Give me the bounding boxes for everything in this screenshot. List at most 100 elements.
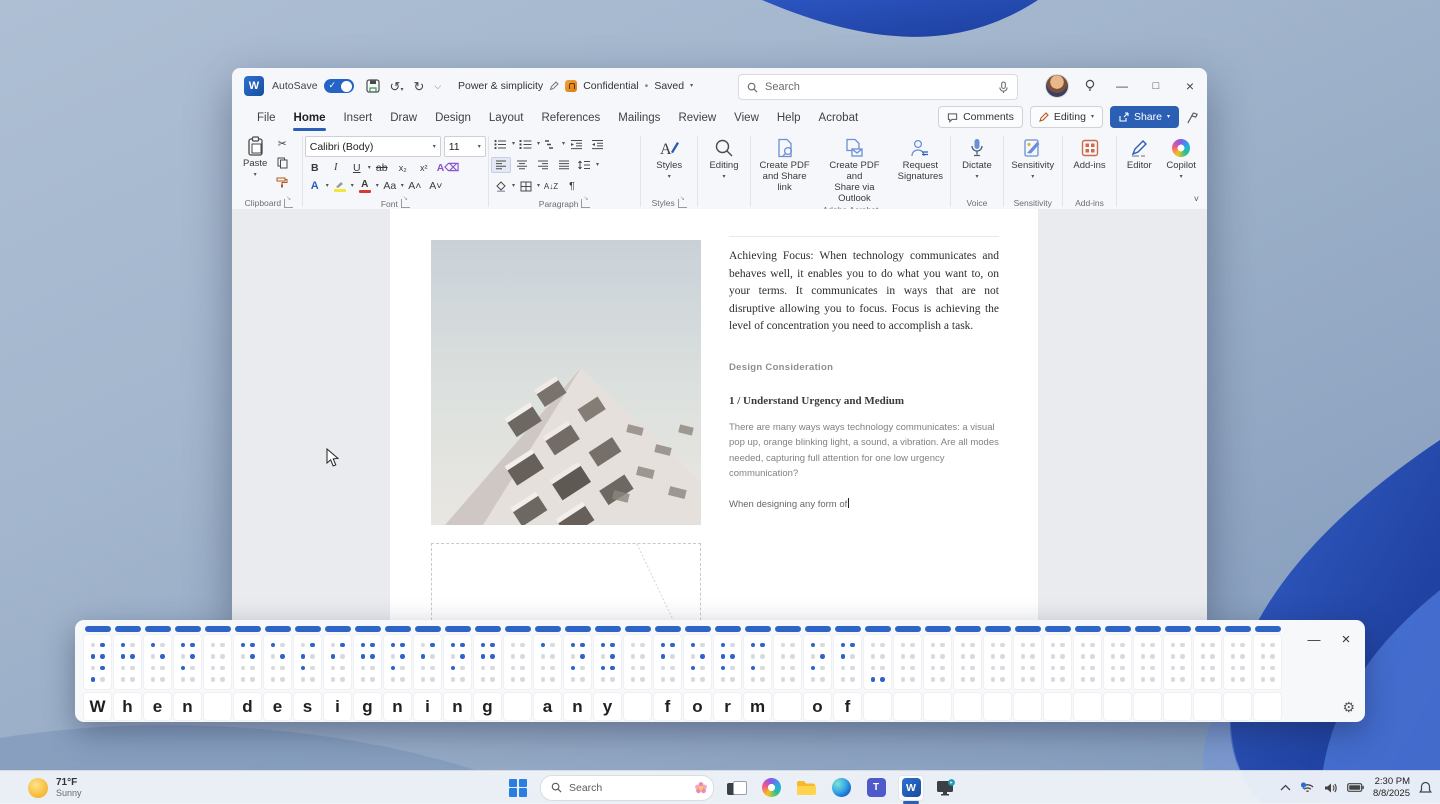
paste-button[interactable]: Paste▾ <box>238 133 272 178</box>
save-icon[interactable] <box>366 79 380 93</box>
tray-chevron-up-icon[interactable] <box>1280 784 1291 791</box>
create-pdf-outlook-button[interactable]: Create PDF andShare via Outlook <box>816 133 892 205</box>
grow-font-button[interactable]: A˄ <box>405 178 425 194</box>
text-effects-button[interactable]: A <box>305 178 325 194</box>
underline-chevron[interactable]: ▾ <box>368 165 371 171</box>
cursor-routing-button[interactable] <box>895 626 921 632</box>
cursor-routing-button[interactable] <box>115 626 141 632</box>
tab-file[interactable]: File <box>248 104 285 131</box>
braille-close-button[interactable]: × <box>1335 628 1357 650</box>
cursor-routing-button[interactable] <box>235 626 261 632</box>
cursor-routing-button[interactable] <box>535 626 561 632</box>
styles-button[interactable]: A Styles▾ <box>651 133 687 180</box>
tab-layout[interactable]: Layout <box>480 104 533 131</box>
cursor-routing-button[interactable] <box>415 626 441 632</box>
tab-view[interactable]: View <box>725 104 768 131</box>
cursor-routing-button[interactable] <box>85 626 111 632</box>
maximize-button[interactable]: □ <box>1139 68 1173 104</box>
heading-understand-urgency[interactable]: 1 / Understand Urgency and Medium <box>729 395 999 407</box>
tab-mailings[interactable]: Mailings <box>609 104 669 131</box>
increase-indent-button[interactable] <box>587 136 607 152</box>
change-case-button[interactable]: Aa <box>380 178 400 194</box>
cursor-routing-button[interactable] <box>925 626 951 632</box>
line-spacing-button[interactable] <box>575 157 595 173</box>
copilot-taskbar-button[interactable] <box>758 775 784 801</box>
cursor-routing-button[interactable] <box>985 626 1011 632</box>
font-name-combo[interactable]: Calibri (Body)▾ <box>305 136 441 157</box>
underline-button[interactable]: U <box>347 160 367 176</box>
presenter-flag-icon[interactable] <box>1186 111 1199 124</box>
lightbulb-icon[interactable] <box>1075 79 1105 93</box>
cursor-routing-button[interactable] <box>1225 626 1251 632</box>
bold-button[interactable]: B <box>305 160 325 176</box>
format-painter-button[interactable] <box>272 174 292 190</box>
cursor-routing-button[interactable] <box>1105 626 1131 632</box>
drawing-placeholder-box[interactable] <box>431 543 701 620</box>
cursor-routing-button[interactable] <box>565 626 591 632</box>
tab-review[interactable]: Review <box>669 104 725 131</box>
cursor-routing-button[interactable] <box>385 626 411 632</box>
autosave-control[interactable]: AutoSave ✓ <box>272 79 354 93</box>
taskbar-weather-widget[interactable]: 71°F Sunny <box>28 777 82 799</box>
cursor-routing-button[interactable] <box>1165 626 1191 632</box>
undo-button[interactable]: ↺▾ <box>390 80 404 93</box>
cursor-routing-button[interactable] <box>715 626 741 632</box>
cursor-routing-button[interactable] <box>475 626 501 632</box>
sort-button[interactable]: A↓Z <box>541 178 561 194</box>
shading-button[interactable] <box>491 178 511 194</box>
editing-mode-button[interactable]: Editing▾ <box>1030 106 1103 128</box>
font-color-button[interactable]: A <box>355 178 375 194</box>
paragraph-achieving-focus[interactable]: Achieving Focus: When technology communi… <box>729 236 999 336</box>
cursor-routing-button[interactable] <box>325 626 351 632</box>
strikethrough-button[interactable]: ab <box>372 160 392 176</box>
redo-button[interactable]: ↻ <box>413 80 424 93</box>
font-dialog-launcher[interactable] <box>401 199 410 208</box>
sensitivity-label[interactable]: Confidential <box>583 80 638 92</box>
cursor-routing-button[interactable] <box>445 626 471 632</box>
tab-draw[interactable]: Draw <box>381 104 426 131</box>
cursor-routing-button[interactable] <box>145 626 171 632</box>
cursor-routing-button[interactable] <box>1075 626 1101 632</box>
wifi-icon[interactable] <box>1300 782 1315 794</box>
paragraph-when-designing[interactable]: When designing any form of <box>729 498 999 510</box>
cursor-routing-button[interactable] <box>1195 626 1221 632</box>
show-paragraph-marks-button[interactable]: ¶ <box>562 178 582 194</box>
font-size-combo[interactable]: 11▾ <box>444 136 486 157</box>
clear-formatting-button[interactable]: A⌫ <box>435 160 461 176</box>
building-photo[interactable] <box>431 240 701 525</box>
cursor-routing-button[interactable] <box>1045 626 1071 632</box>
minimize-button[interactable]: — <box>1105 68 1139 104</box>
document-title[interactable]: Power & simplicity <box>458 80 543 92</box>
battery-icon[interactable] <box>1347 783 1364 792</box>
microphone-icon[interactable] <box>998 81 1009 94</box>
tab-help[interactable]: Help <box>768 104 810 131</box>
request-signatures-button[interactable]: RequestSignatures <box>893 133 948 183</box>
addins-button[interactable]: Add-ins <box>1068 133 1110 172</box>
heading-design-consideration[interactable]: Design Consideration <box>729 362 999 373</box>
save-status[interactable]: Saved <box>654 80 684 92</box>
italic-button[interactable]: I <box>326 160 346 176</box>
cursor-routing-button[interactable] <box>745 626 771 632</box>
cursor-routing-button[interactable] <box>175 626 201 632</box>
paragraph-many-ways[interactable]: There are many ways ways technology comm… <box>729 420 999 482</box>
taskbar-search-box[interactable]: Search <box>540 775 714 801</box>
align-right-button[interactable] <box>533 157 553 173</box>
cursor-routing-button[interactable] <box>955 626 981 632</box>
comments-button[interactable]: Comments <box>938 106 1023 128</box>
decrease-indent-button[interactable] <box>566 136 586 152</box>
cursor-routing-button[interactable] <box>1255 626 1281 632</box>
document-text-column[interactable]: Achieving Focus: When technology communi… <box>729 236 999 510</box>
sensitivity-button[interactable]: Sensitivity▾ <box>1006 133 1059 180</box>
tab-acrobat[interactable]: Acrobat <box>810 104 868 131</box>
remote-monitor-button[interactable] <box>933 775 959 801</box>
taskbar-clock[interactable]: 2:30 PM 8/8/2025 <box>1373 776 1410 799</box>
bullet-list-button[interactable] <box>491 136 511 152</box>
teams-button[interactable]: T <box>863 775 889 801</box>
task-view-button[interactable] <box>723 775 749 801</box>
cursor-routing-button[interactable] <box>1135 626 1161 632</box>
share-button[interactable]: Share▾ <box>1110 106 1179 128</box>
shrink-font-button[interactable]: A˅ <box>426 178 446 194</box>
highlight-button[interactable] <box>330 178 350 194</box>
notification-bell-icon[interactable] <box>1419 781 1432 795</box>
cursor-routing-button[interactable] <box>205 626 231 632</box>
